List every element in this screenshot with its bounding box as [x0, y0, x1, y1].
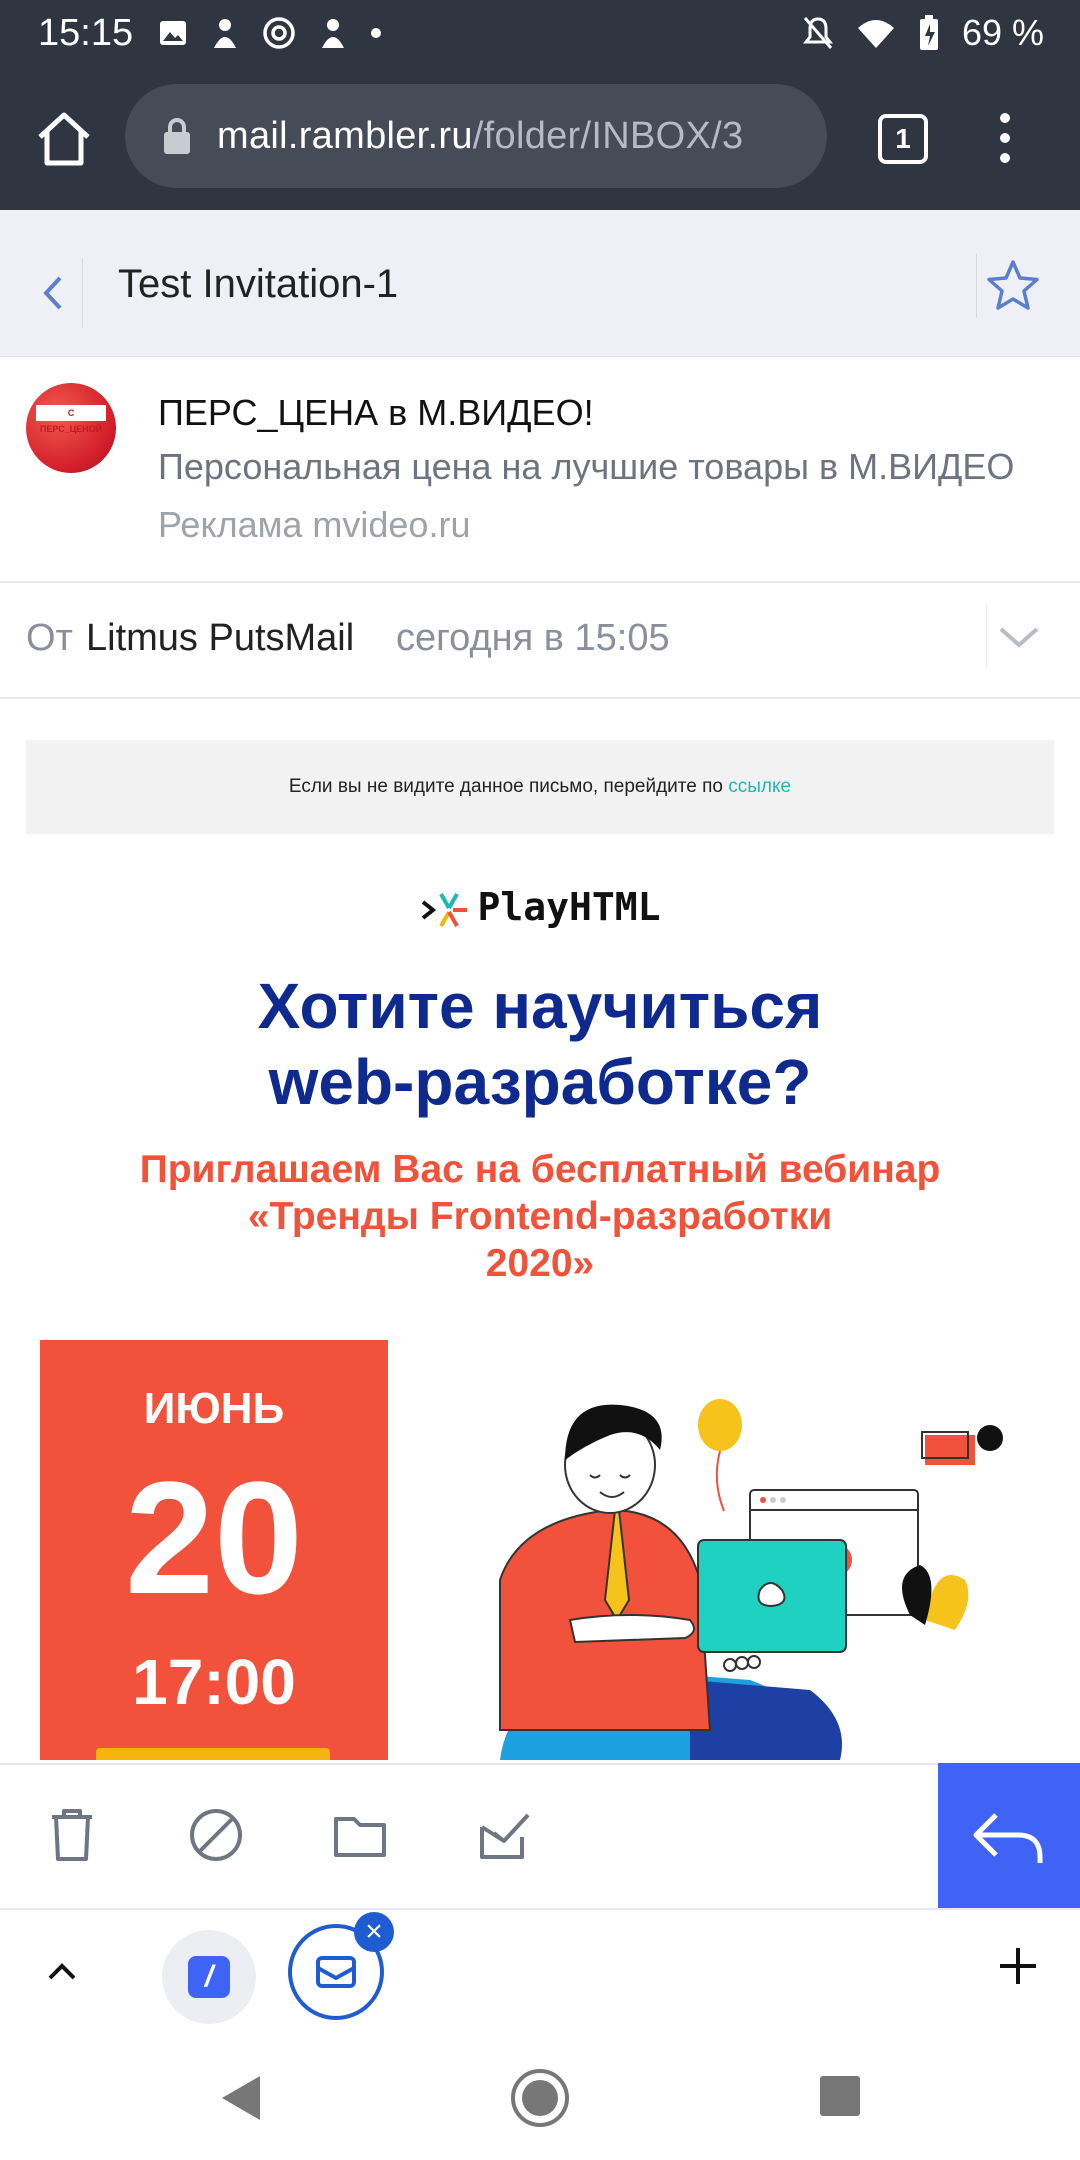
url-path: /folder/INBOX/3 [472, 114, 744, 157]
app-notification-icon [214, 19, 236, 48]
browser-tab-strip: / × [0, 1908, 1080, 2038]
nav-recents-icon[interactable] [816, 2072, 864, 2120]
mark-read-icon[interactable] [472, 1803, 536, 1867]
rambler-tab-icon: / [188, 1956, 230, 1998]
message-actions [0, 1763, 1080, 1910]
webinar-invite: Приглашаем Вас на бесплатный вебинар «Тр… [139, 1148, 941, 1285]
notification-icons [158, 10, 382, 56]
event-month: ИЮНЬ [143, 1384, 285, 1433]
chevron-left-icon[interactable] [26, 258, 83, 328]
tab-rambler[interactable]: / [162, 1930, 256, 2024]
mute-icon [802, 17, 834, 49]
nav-home-icon[interactable] [508, 2066, 572, 2130]
trash-icon[interactable] [40, 1803, 104, 1867]
developer-illustration [499, 1399, 1003, 1760]
address-bar[interactable]: mail.rambler.ru/folder/INBOX/3 [125, 84, 827, 188]
chevron-down-icon[interactable] [986, 603, 1049, 669]
playhtml-logo: PlayHTML [0, 885, 1080, 934]
system-status: 69 % [802, 8, 1044, 58]
reply-icon [973, 1813, 1043, 1863]
view-online-link[interactable]: ссылке [728, 776, 791, 797]
ad-avatar-label: С ПЕРС_ЦЕНОЙ [36, 405, 106, 434]
from-label: От [26, 617, 73, 659]
ad-source: Реклама mvideo.ru [158, 504, 471, 545]
image-icon [160, 21, 186, 45]
app-notification-icon-2 [322, 19, 344, 48]
system-navigation-bar [0, 2036, 1080, 2160]
reply-button[interactable] [938, 1763, 1080, 1908]
sender-name: Litmus PutsMail [86, 617, 355, 659]
event-date-card: ИЮНЬ 20 17:00 [40, 1340, 388, 1760]
ad-banner[interactable]: С ПЕРС_ЦЕНОЙ ПЕРС_ЦЕНА в М.ВИДЕО! Персон… [0, 357, 1080, 583]
lock-icon [164, 118, 190, 154]
close-tab-icon[interactable]: × [354, 1912, 394, 1952]
event-time: 17:00 [132, 1646, 296, 1718]
battery-icon [919, 15, 938, 50]
view-online-text: Если вы не видите данное письмо, перейди… [288, 776, 729, 797]
folder-icon[interactable] [328, 1803, 392, 1867]
browser-chrome: 15:15 69 % mail.rambler.ru/folder/INBOX/… [0, 0, 1080, 210]
logo-text: PlayHTML [477, 885, 661, 929]
tabs-count-button[interactable]: 1 [878, 114, 928, 164]
message-subject: Test Invitation-1 [118, 262, 399, 306]
url-host: mail.rambler.ru [217, 114, 473, 157]
chevron-up-icon[interactable] [40, 1950, 84, 1994]
at-icon [263, 17, 295, 49]
more-notifications-dot-icon [371, 28, 381, 38]
headline-line-1: Хотите научиться [257, 970, 823, 1042]
url-text: mail.rambler.ru/folder/INBOX/3 [217, 115, 743, 158]
home-icon[interactable] [30, 105, 98, 173]
register-button[interactable] [96, 1748, 330, 1760]
headline: Хотите научиться web-разработке? [0, 968, 1080, 1120]
message-header: Test Invitation-1 [0, 210, 1080, 357]
battery-level: 69 % [961, 12, 1044, 53]
star-icon[interactable] [976, 254, 1045, 318]
event-day: 20 [125, 1448, 303, 1627]
more-vert-icon[interactable] [990, 108, 1020, 168]
block-icon[interactable] [184, 1803, 248, 1867]
nav-back-icon[interactable] [212, 2070, 268, 2126]
ad-title: ПЕРС_ЦЕНА в М.ВИДЕО! [158, 392, 594, 433]
playhtml-logo-icon [422, 892, 468, 927]
wifi-icon [857, 20, 894, 48]
status-time: 15:15 [38, 12, 134, 54]
headline-line-2: web-разработке? [268, 1046, 812, 1118]
ad-description: Персональная цена на лучшие товары в М.В… [158, 446, 1015, 487]
new-tab-icon[interactable] [990, 1938, 1046, 1994]
received-time: сегодня в 15:05 [396, 617, 670, 659]
sender-row[interactable]: От Litmus PutsMail сегодня в 15:05 [0, 583, 1080, 699]
ad-avatar: С ПЕРС_ЦЕНОЙ [26, 383, 116, 473]
view-online-banner: Если вы не видите данное письмо, перейди… [26, 740, 1054, 834]
